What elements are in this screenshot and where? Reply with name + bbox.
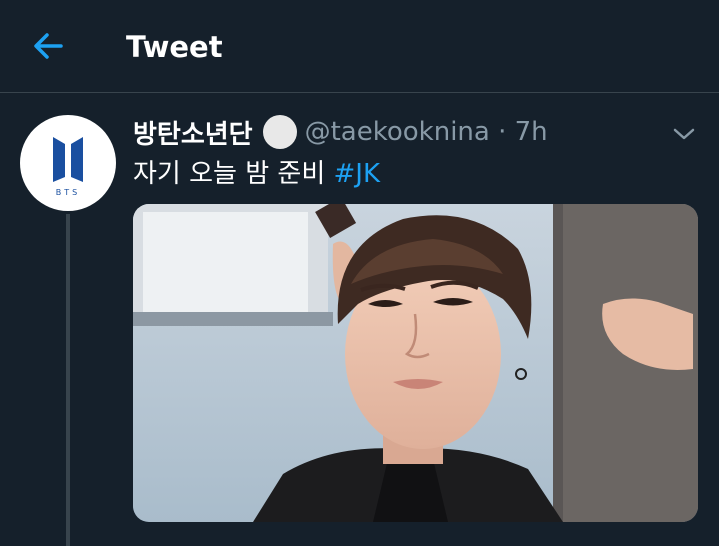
top-bar: Tweet: [0, 0, 719, 93]
avatar[interactable]: BTS: [20, 115, 116, 211]
arrow-left-icon: [34, 33, 63, 59]
svg-text:BTS: BTS: [56, 188, 80, 197]
photo-image: [133, 204, 698, 522]
page-title: Tweet: [126, 30, 223, 64]
tweet-menu-button[interactable]: [666, 118, 702, 150]
tweet-media[interactable]: [133, 204, 698, 522]
thread-line: [66, 214, 70, 546]
chevron-down-icon: [673, 128, 695, 140]
bts-logo-icon: BTS: [53, 137, 83, 197]
display-name[interactable]: 방탄소년단: [133, 114, 253, 151]
tweet-header: 방탄소년단 @taekooknina · 7h: [133, 112, 548, 152]
back-button[interactable]: [28, 26, 68, 66]
tweet-text: 자기 오늘 밤 준비 #JK: [133, 156, 380, 192]
handle-and-time[interactable]: @taekooknina · 7h: [305, 117, 548, 147]
tweet-detail-screen: Tweet BTS 방탄소년단 @taekooknina · 7h 자기 오늘 …: [0, 0, 719, 546]
badge-icon: [262, 115, 297, 149]
tweet-body: 자기 오늘 밤 준비: [133, 159, 326, 189]
hashtag-link[interactable]: #JK: [334, 159, 381, 189]
